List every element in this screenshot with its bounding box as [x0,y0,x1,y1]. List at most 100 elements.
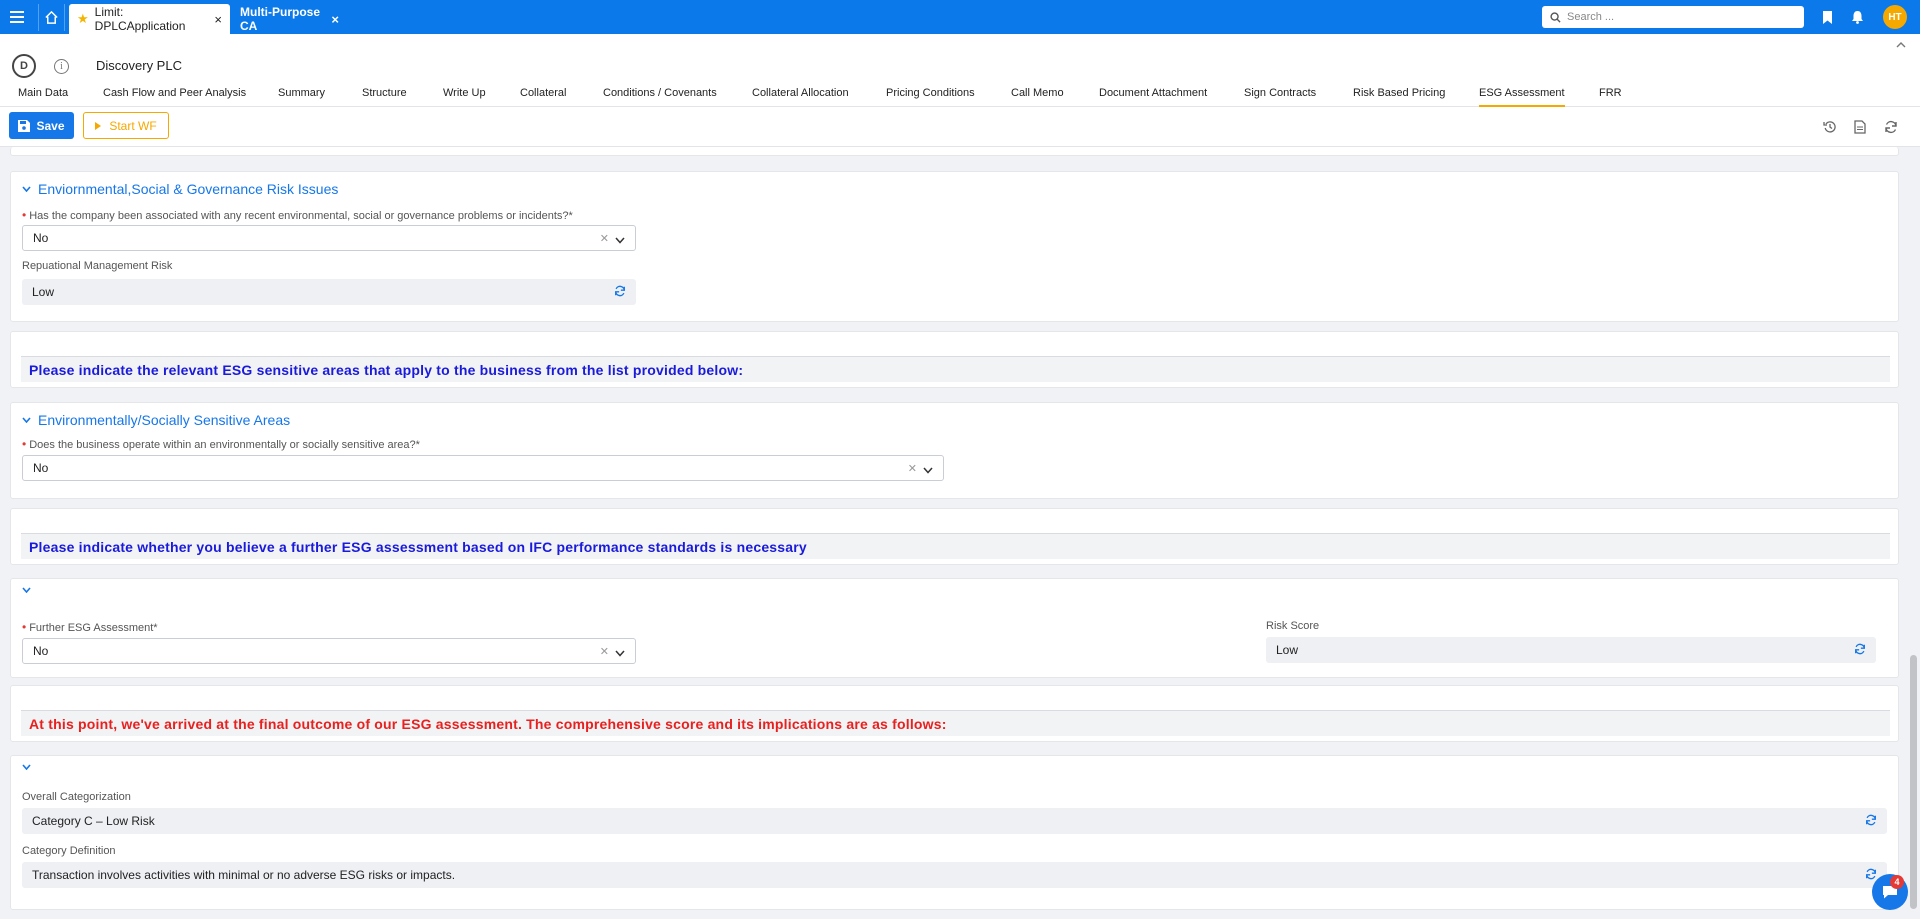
subtab-risk-based-pricing[interactable]: Risk Based Pricing [1353,81,1445,107]
required-marker: • [22,208,27,222]
further-esg-label-text: Further ESG Assessment* [29,622,158,634]
subtab-conditions-covenants[interactable]: Conditions / Covenants [603,81,717,107]
search-box[interactable] [1542,6,1804,28]
start-wf-button[interactable]: Start WF [83,112,169,139]
subtab-frr[interactable]: FRR [1599,81,1622,107]
save-button[interactable]: Save [9,112,74,139]
esg-risk-issues-header[interactable]: Enviornmental,Social & Governance Risk I… [22,181,338,197]
chevron-down-icon[interactable] [615,233,625,247]
subtab-bar: Main Data Cash Flow and Peer Analysis Su… [0,81,1920,107]
subtab-collateral-allocation[interactable]: Collateral Allocation [752,81,849,107]
play-icon [95,121,102,130]
home-icon[interactable] [38,4,65,31]
avatar[interactable]: HT [1883,5,1907,29]
refresh-icon[interactable] [1865,814,1877,829]
document-icon[interactable] [1852,119,1868,135]
required-marker: • [22,437,27,451]
subtab-call-memo[interactable]: Call Memo [1011,81,1064,107]
sensitive-area-label-text: Does the business operate within an envi… [29,439,420,451]
overall-categorization-field: Category C – Low Risk [22,808,1887,834]
sensitive-areas-card: Environmentally/Socially Sensitive Areas… [10,402,1899,499]
record-header: D i Discovery PLC Main Data Cash Flow an… [0,34,1920,107]
refresh-icon[interactable] [1854,643,1866,658]
sensitive-areas-intro-card: Please indicate the relevant ESG sensiti… [10,331,1899,388]
reputational-risk-field: Low [22,279,636,305]
bell-icon[interactable] [1848,8,1866,26]
sensitive-area-label: • Does the business operate within an env… [22,437,420,451]
clear-icon[interactable]: ✕ [908,462,917,475]
ifc-intro-card: Please indicate whether you believe a fu… [10,508,1899,565]
search-icon [1550,11,1561,23]
final-outcome-header[interactable] [22,762,31,773]
scrollbar-thumb[interactable] [1910,655,1917,909]
further-esg-select[interactable]: No ✕ [22,638,636,664]
esg-risk-issues-card: Enviornmental,Social & Governance Risk I… [10,171,1899,322]
refresh-icon[interactable] [1883,119,1899,135]
further-esg-card: • Further ESG Assessment* No ✕ Risk Score… [10,578,1899,678]
final-outcome-intro-card: At this point, we've arrived at the fina… [10,685,1899,742]
company-name: Discovery PLC [96,58,182,73]
overall-categorization-value: Category C – Low Risk [32,814,155,828]
start-wf-label: Start WF [109,118,157,133]
section-title: Enviornmental,Social & Governance Risk I… [38,181,339,197]
search-input[interactable] [1567,11,1787,23]
info-icon[interactable]: i [54,59,69,74]
chevron-down-icon[interactable] [22,415,31,426]
category-definition-label: Category Definition [22,845,116,857]
bookmark-icon[interactable] [1818,8,1836,26]
tab-limit-dplcapplication[interactable]: ★ Limit: DPLCApplication × [69,4,230,34]
company-logo: D [12,54,36,78]
subtab-sign-contracts[interactable]: Sign Contracts [1244,81,1316,107]
collapse-header-icon[interactable] [1896,40,1906,51]
category-definition-field: Transaction involves activities with min… [22,862,1887,888]
ifc-banner: Please indicate whether you believe a fu… [21,533,1890,559]
further-esg-label: • Further ESG Assessment* [22,620,158,634]
chat-badge: 4 [1890,875,1904,889]
esg-incidents-label-text: Has the company been associated with any… [29,210,573,222]
chevron-down-icon[interactable] [22,762,31,773]
clear-icon[interactable]: ✕ [600,232,609,245]
chevron-down-icon[interactable] [22,585,31,596]
chevron-down-icon[interactable] [22,184,31,195]
reputational-risk-label: Repuational Management Risk [22,260,173,272]
risk-score-field: Low [1266,637,1876,663]
clear-icon[interactable]: ✕ [600,645,609,658]
close-icon[interactable]: × [331,12,339,27]
further-esg-value: No [33,644,49,658]
sensitive-areas-banner: Please indicate the relevant ESG sensiti… [21,356,1890,382]
esg-incidents-select[interactable]: No ✕ [22,225,636,251]
esg-incidents-value: No [33,231,49,245]
subtab-pricing-conditions[interactable]: Pricing Conditions [886,81,975,107]
final-outcome-card: Overall Categorization Category C – Low … [10,755,1899,910]
further-esg-header[interactable] [22,585,31,596]
hamburger-menu-icon[interactable] [0,0,34,34]
chevron-down-icon[interactable] [615,646,625,660]
action-toolbar: Save Start WF [0,107,1920,147]
subtab-summary[interactable]: Summary [278,81,325,107]
subtab-esg-assessment[interactable]: ESG Assessment [1479,81,1565,107]
close-icon[interactable]: × [214,12,222,27]
subtab-cash-flow[interactable]: Cash Flow and Peer Analysis [103,81,246,107]
risk-score-value: Low [1276,643,1299,657]
top-bar: ★ Limit: DPLCApplication × Multi-Purpose… [0,0,1920,34]
tab-label: Multi-Purpose CA [240,5,320,33]
history-icon[interactable] [1822,119,1838,135]
overall-categorization-label: Overall Categorization [22,791,131,803]
refresh-icon[interactable] [614,285,626,300]
subtab-main-data[interactable]: Main Data [18,81,68,107]
save-label: Save [36,118,65,133]
sensitive-areas-header[interactable]: Environmentally/Socially Sensitive Areas [22,412,290,428]
tab-multi-purpose-ca[interactable]: Multi-Purpose CA × [232,4,347,34]
esg-incidents-label: • Has the company been associated with an… [22,208,573,222]
sensitive-area-value: No [33,461,49,475]
sensitive-area-select[interactable]: No ✕ [22,455,944,481]
star-icon: ★ [77,11,89,26]
subtab-collateral[interactable]: Collateral [520,81,566,107]
chevron-down-icon[interactable] [923,463,933,477]
required-marker: • [22,620,27,634]
subtab-write-up[interactable]: Write Up [443,81,486,107]
subtab-document-attachment[interactable]: Document Attachment [1099,81,1207,107]
subtab-structure[interactable]: Structure [362,81,407,107]
previous-card-edge [10,147,1899,156]
esg-assessment-content: Enviornmental,Social & Governance Risk I… [0,147,1920,919]
